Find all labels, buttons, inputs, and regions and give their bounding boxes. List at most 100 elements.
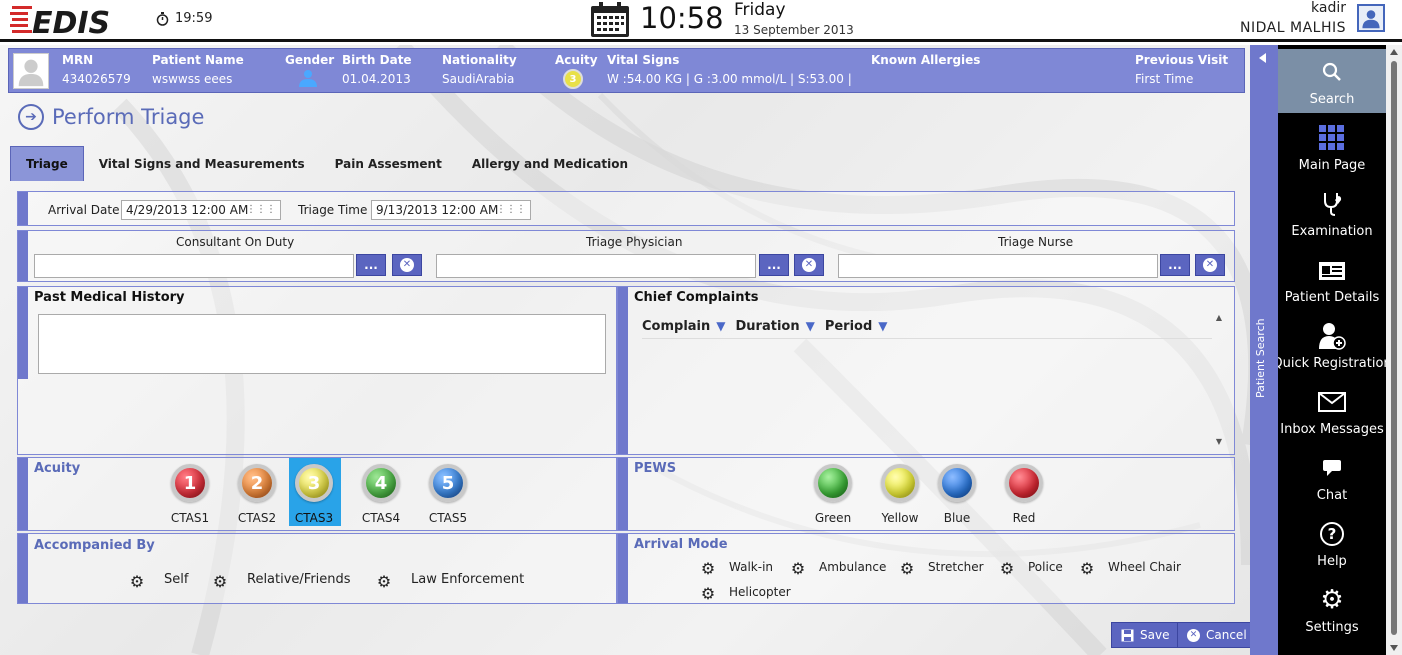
police-option-label[interactable]: Police — [1028, 560, 1063, 574]
physician-lookup-button[interactable]: ... — [759, 254, 789, 276]
law-enforcement-option-label[interactable]: Law Enforcement — [411, 572, 524, 587]
stretcher-option-label[interactable]: Stretcher — [928, 560, 984, 574]
datetime-picker-icon[interactable]: ⋮⋮⋮ — [496, 204, 526, 215]
tab-triage[interactable]: Triage — [10, 146, 84, 181]
mrn-column: MRN 434026579 — [62, 53, 131, 86]
chief-complaints-section: Chief Complaints Complain ▼ Duration ▼ P… — [617, 286, 1235, 455]
ambulance-option-icon[interactable]: ⚙ — [789, 559, 807, 578]
consultant-input[interactable] — [34, 254, 354, 278]
filter-icon[interactable]: ▼ — [806, 319, 815, 338]
law-enforcement-option-icon[interactable]: ⚙ — [375, 572, 393, 591]
nurse-lookup-button[interactable]: ... — [1160, 254, 1190, 276]
nurse-clear-button[interactable]: ✕ — [1195, 254, 1225, 276]
nav-search[interactable]: Search — [1278, 49, 1386, 113]
ctas5-label: CTAS5 — [428, 511, 468, 525]
user-avatar-icon[interactable] — [1357, 4, 1385, 32]
consultant-lookup-button[interactable]: ... — [356, 254, 386, 276]
scroll-down-icon[interactable] — [1390, 645, 1398, 651]
small-time: 19:59 — [175, 11, 213, 26]
calendar-icon — [591, 2, 629, 37]
arrival-mode-section: Arrival Mode ⚙ Walk-in ⚙ Ambulance ⚙ Str… — [617, 533, 1235, 604]
gender-column: Gender — [285, 53, 334, 90]
triage-time-input[interactable]: 9/13/2013 12:00 AM ⋮⋮⋮ — [371, 200, 531, 220]
nav-inbox-messages[interactable]: Inbox Messages — [1278, 379, 1386, 443]
known-allergies-column: Known Allergies — [871, 53, 980, 67]
walk-in-option-icon[interactable]: ⚙ — [699, 559, 717, 578]
wheel-chair-option-icon[interactable]: ⚙ — [1078, 559, 1096, 578]
tab-allergy-medication[interactable]: Allergy and Medication — [457, 146, 643, 181]
arrival-date-input[interactable]: 4/29/2013 12:00 AM ⋮⋮⋮ — [121, 200, 281, 220]
stretcher-option-icon[interactable]: ⚙ — [898, 559, 916, 578]
day-name: Friday — [734, 0, 786, 20]
tab-vital-signs[interactable]: Vital Signs and Measurements — [84, 146, 320, 181]
physician-clear-button[interactable]: ✕ — [794, 254, 824, 276]
ctas4-ball[interactable]: 4 — [362, 464, 400, 502]
tab-bar: Triage Vital Signs and Measurements Pain… — [10, 146, 643, 181]
nav-patient-details[interactable]: Patient Details — [1278, 247, 1386, 311]
nav-quick-registration[interactable]: Quick Registration — [1278, 313, 1386, 377]
nurse-input[interactable] — [838, 254, 1158, 278]
walk-in-option-label[interactable]: Walk-in — [729, 560, 773, 574]
past-medical-history-textarea[interactable] — [38, 314, 606, 374]
scroll-up-arrow-icon[interactable]: ▲ — [1216, 313, 1222, 322]
edis-logo: EDIS — [10, 6, 110, 38]
scrollbar-thumb[interactable] — [1391, 61, 1397, 635]
nav-examination[interactable]: Examination — [1278, 181, 1386, 245]
pews-section: PEWS Green Yellow Blue Red — [617, 457, 1235, 531]
tab-pain-assessment[interactable]: Pain Assesment — [320, 146, 457, 181]
scroll-down-arrow-icon[interactable]: ▼ — [1216, 437, 1222, 446]
id-card-icon — [1318, 256, 1346, 284]
ctas1-ball[interactable]: 1 — [171, 464, 209, 502]
collapse-arrow-icon[interactable] — [1259, 53, 1266, 63]
helicopter-option-label[interactable]: Helicopter — [729, 585, 791, 599]
physician-input[interactable] — [436, 254, 756, 278]
staff-section: Consultant On Duty ... ✕ Triage Physicia… — [17, 230, 1235, 282]
pews-yellow-ball[interactable] — [881, 464, 919, 502]
ctas1-label: CTAS1 — [170, 511, 210, 525]
page-scrollbar[interactable] — [1386, 45, 1402, 655]
consultant-clear-button[interactable]: ✕ — [392, 254, 422, 276]
patient-search-label[interactable]: Patient Search — [1254, 318, 1267, 398]
physician-label: Triage Physician — [586, 235, 683, 249]
nav-quick-registration-label: Quick Registration — [1278, 356, 1386, 371]
cancel-button[interactable]: ✕ Cancel — [1177, 622, 1250, 648]
nav-main-page[interactable]: Main Page — [1278, 115, 1386, 179]
scroll-up-icon[interactable] — [1390, 49, 1398, 55]
pews-green-ball[interactable] — [814, 464, 852, 502]
pews-green-label: Green — [814, 511, 852, 525]
save-button[interactable]: Save — [1111, 622, 1180, 648]
relative-option-icon[interactable]: ⚙ — [211, 572, 229, 591]
filter-icon[interactable]: ▼ — [716, 319, 725, 338]
arrival-mode-title: Arrival Mode — [634, 537, 728, 552]
pews-blue-ball[interactable] — [938, 464, 976, 502]
envelope-icon — [1318, 388, 1346, 416]
ctas3-ball[interactable]: 3 — [295, 464, 333, 502]
ctas5-ball[interactable]: 5 — [429, 464, 467, 502]
duration-column-header: Duration — [735, 319, 800, 334]
mrn-label: MRN — [62, 53, 94, 67]
police-option-icon[interactable]: ⚙ — [998, 559, 1016, 578]
nav-settings[interactable]: ⚙ Settings — [1278, 577, 1386, 641]
complaints-grid-header: Complain ▼ Duration ▼ Period ▼ — [642, 319, 1212, 339]
relative-option-label[interactable]: Relative/Friends — [247, 572, 351, 587]
pews-red-ball[interactable] — [1005, 464, 1043, 502]
page-title-text: Perform Triage — [52, 105, 205, 129]
save-icon — [1121, 629, 1134, 641]
known-allergies-label: Known Allergies — [871, 53, 981, 67]
save-label: Save — [1140, 628, 1170, 642]
ctas3-label: CTAS3 — [294, 511, 334, 525]
nav-chat[interactable]: Chat — [1278, 445, 1386, 509]
ambulance-option-label[interactable]: Ambulance — [819, 560, 886, 574]
wheel-chair-option-label[interactable]: Wheel Chair — [1108, 560, 1181, 574]
self-option-label[interactable]: Self — [164, 572, 188, 587]
period-column-header: Period — [824, 319, 873, 334]
full-date: 13 September 2013 — [734, 23, 854, 37]
cancel-icon: ✕ — [1187, 628, 1200, 642]
ctas2-ball[interactable]: 2 — [238, 464, 276, 502]
nav-examination-label: Examination — [1291, 224, 1373, 239]
self-option-icon[interactable]: ⚙ — [128, 572, 146, 591]
filter-icon[interactable]: ▼ — [878, 319, 887, 338]
helicopter-option-icon[interactable]: ⚙ — [699, 584, 717, 603]
datetime-picker-icon[interactable]: ⋮⋮⋮ — [246, 204, 276, 215]
nav-help[interactable]: ? Help — [1278, 511, 1386, 575]
